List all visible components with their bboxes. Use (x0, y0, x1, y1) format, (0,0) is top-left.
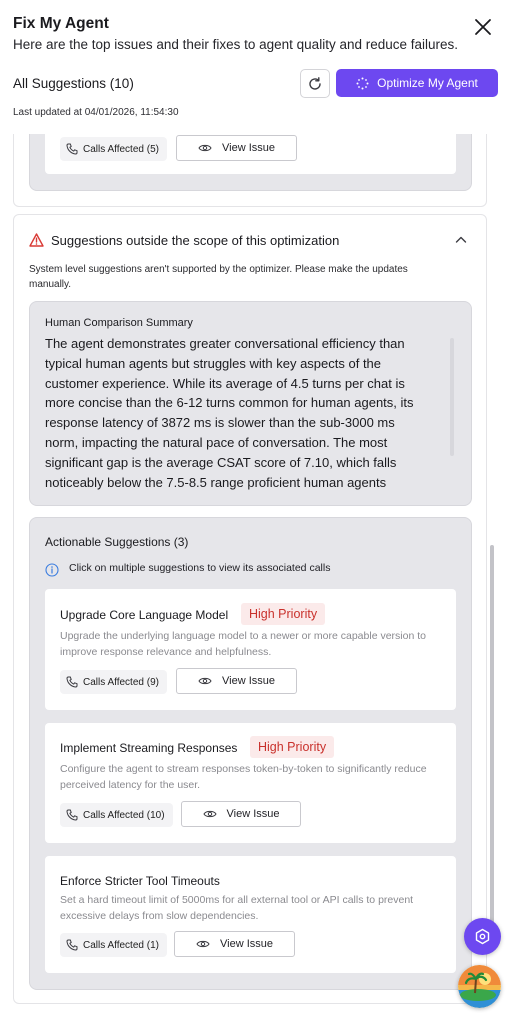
summary-heading: Human Comparison Summary (45, 317, 193, 329)
view-issue-label: View Issue (222, 142, 275, 154)
view-issue-button[interactable]: View Issue (176, 668, 297, 694)
suggestion-group-card: Calls Affected (5) View Issue (13, 134, 487, 207)
suggestion-description: Upgrade the underlying language model to… (60, 630, 426, 658)
view-issue-button[interactable]: View Issue (174, 931, 295, 957)
close-icon (475, 19, 491, 35)
assistant-button[interactable] (464, 918, 501, 955)
sparkle-icon (356, 77, 369, 89)
suggestion-card: Calls Affected (5) View Issue (45, 134, 456, 174)
human-comparison-summary: Human Comparison Summary The agent demon… (29, 301, 472, 506)
phone-icon (66, 143, 78, 155)
out-of-scope-section: Suggestions outside the scope of this op… (13, 214, 487, 1004)
priority-badge: High Priority (241, 603, 326, 625)
actionable-heading: Actionable Suggestions (3) (45, 535, 189, 549)
eye-icon (198, 144, 212, 152)
calls-affected-label: Calls Affected (1) (83, 939, 159, 951)
suggestion-card[interactable]: Upgrade Core Language Model High Priorit… (45, 589, 456, 710)
eye-icon (198, 677, 212, 685)
calls-affected-chip: Calls Affected (5) (60, 137, 167, 161)
summary-scrollbar[interactable] (450, 338, 454, 456)
warning-icon (29, 233, 44, 247)
phone-icon (66, 676, 78, 688)
actionable-suggestions-panel: Actionable Suggestions (3) Click on mult… (29, 517, 472, 990)
view-issue-label: View Issue (220, 938, 273, 950)
suggestion-title: Implement Streaming Responses (60, 741, 238, 755)
out-of-scope-note: System level suggestions aren't supporte… (29, 264, 408, 290)
refresh-button[interactable] (300, 69, 330, 98)
view-issue-label: View Issue (222, 675, 275, 687)
avatar-image (458, 965, 501, 1008)
calls-affected-label: Calls Affected (9) (83, 676, 159, 688)
view-issue-button[interactable]: View Issue (176, 135, 297, 161)
phone-icon (66, 809, 78, 821)
page-scrollbar[interactable] (490, 545, 494, 935)
calls-affected-chip: Calls Affected (10) (60, 803, 173, 827)
last-updated: Last updated at 04/01/2026, 11:54:30 (13, 107, 179, 118)
suggestion-description: Set a hard timeout limit of 5000ms for a… (60, 894, 414, 922)
summary-text: The agent demonstrates greater conversat… (45, 336, 414, 490)
suggestion-title: Enforce Stricter Tool Timeouts (60, 874, 220, 888)
panel-header: Fix My Agent Here are the top issues and… (0, 0, 508, 134)
close-button[interactable] (472, 16, 494, 38)
priority-badge: High Priority (250, 736, 335, 758)
out-of-scope-title: Suggestions outside the scope of this op… (51, 233, 340, 248)
calls-affected-chip: Calls Affected (9) (60, 670, 167, 694)
suggestion-card[interactable]: Implement Streaming Responses High Prior… (45, 723, 456, 843)
chevron-up-icon[interactable] (455, 235, 467, 245)
refresh-icon (309, 76, 321, 90)
panel-title: Fix My Agent (13, 15, 109, 32)
suggestion-description: Configure the agent to stream responses … (60, 763, 427, 791)
actionable-note: Click on multiple suggestions to view it… (69, 562, 331, 574)
calls-affected-chip: Calls Affected (1) (60, 933, 167, 957)
view-issue-label: View Issue (226, 808, 280, 820)
info-icon (45, 563, 59, 577)
calls-affected-label: Calls Affected (5) (83, 143, 159, 155)
suggestion-card[interactable]: Enforce Stricter Tool Timeouts Set a har… (45, 856, 456, 973)
eye-icon (202, 810, 217, 818)
suggestion-title: Upgrade Core Language Model (60, 608, 229, 622)
optimize-agent-button[interactable]: Optimize My Agent (336, 69, 498, 97)
eye-icon (196, 940, 210, 948)
user-avatar[interactable] (458, 965, 501, 1008)
suggestions-scroll-area[interactable]: Calls Affected (5) View Issue Suggestion… (0, 134, 508, 1013)
optimize-agent-label: Optimize My Agent (377, 76, 478, 90)
assistant-icon (475, 928, 490, 945)
panel-subtitle: Here are the top issues and their fixes … (13, 37, 459, 52)
all-suggestions-label: All Suggestions (10) (13, 76, 134, 91)
view-issue-button[interactable]: View Issue (181, 801, 301, 827)
phone-icon (66, 939, 78, 951)
suggestion-group-body: Calls Affected (5) View Issue (29, 134, 472, 191)
calls-affected-label: Calls Affected (10) (83, 809, 165, 821)
